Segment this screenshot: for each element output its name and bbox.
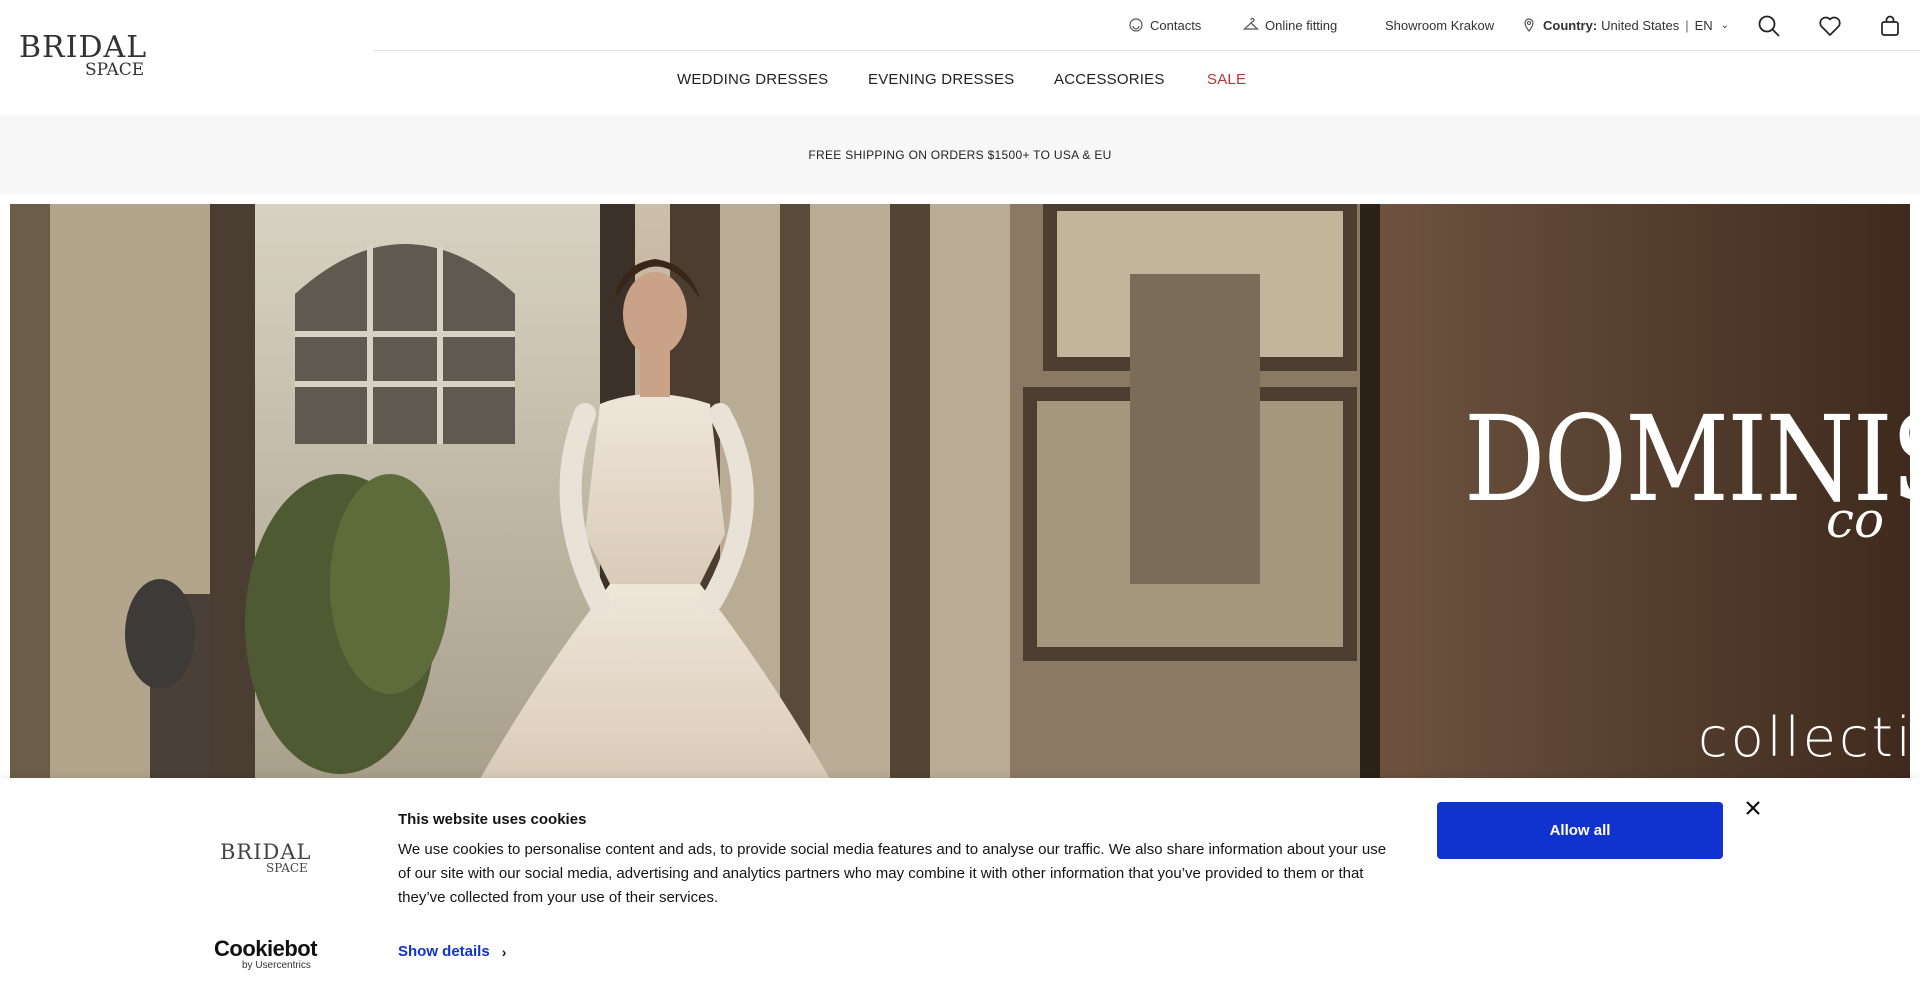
hanger-icon: [1242, 17, 1260, 33]
showroom-link[interactable]: Showroom Krakow: [1385, 14, 1494, 36]
hero-collection-text: collectio: [1698, 706, 1910, 769]
nav-accessories[interactable]: ACCESSORIES: [1054, 71, 1165, 88]
country-selector[interactable]: Country: United States | EN ⌄: [1521, 14, 1729, 36]
cookiebot-logo[interactable]: Cookiebot by Usercentrics: [214, 936, 318, 972]
cookie-title: This website uses cookies: [398, 811, 587, 828]
contacts-link[interactable]: Contacts: [1128, 14, 1201, 36]
language-value: EN: [1694, 17, 1713, 33]
cookie-brand-logo: BRIDAL SPACE: [220, 840, 320, 882]
country-value: United States: [1601, 17, 1680, 33]
header-divider: [373, 50, 1920, 51]
chevron-down-icon: ⌄: [1720, 19, 1730, 31]
location-pin-icon: [1521, 17, 1537, 33]
show-details-link[interactable]: Show details ›: [398, 943, 506, 960]
nav-wedding-dresses[interactable]: WEDDING DRESSES: [677, 71, 828, 88]
online-fitting-link[interactable]: Online fitting: [1242, 14, 1338, 36]
nav-evening-dresses[interactable]: EVENING DRESSES: [868, 71, 1014, 88]
shipping-text: FREE SHIPPING ON ORDERS $1500+ TO USA & …: [808, 147, 1112, 162]
cookie-logo-text-space: SPACE: [266, 861, 308, 875]
show-details-label: Show details: [398, 943, 490, 960]
allow-all-button[interactable]: Allow all: [1437, 802, 1723, 859]
cookie-banner: BRIDAL SPACE Cookiebot by Usercentrics T…: [0, 778, 1920, 993]
contacts-label: Contacts: [1150, 17, 1202, 33]
hero-banner[interactable]: DOMINIS co collectio: [10, 204, 1910, 779]
shipping-banner: FREE SHIPPING ON ORDERS $1500+ TO USA & …: [0, 115, 1920, 194]
site-header: BRIDAL SPACE Contacts Online fitting Sho…: [0, 0, 1920, 115]
online-fitting-label: Online fitting: [1265, 17, 1338, 33]
search-icon[interactable]: [1755, 12, 1783, 40]
country-separator: |: [1685, 17, 1689, 33]
cookie-description: We use cookies to personalise content an…: [398, 841, 1387, 906]
close-icon[interactable]: [1742, 797, 1764, 819]
nav-sale[interactable]: SALE: [1207, 71, 1246, 88]
cookiebot-name: Cookiebot: [214, 936, 318, 961]
cookiebot-subtitle: by Usercentrics: [242, 960, 311, 971]
country-label: Country:: [1543, 17, 1598, 33]
showroom-label: Showroom Krakow: [1385, 17, 1495, 33]
headset-icon: [1128, 17, 1144, 33]
chevron-right-icon: ›: [501, 943, 507, 960]
heart-icon[interactable]: [1816, 12, 1844, 40]
main-navigation: WEDDING DRESSES EVENING DRESSES ACCESSOR…: [0, 71, 1920, 93]
bag-icon[interactable]: [1876, 12, 1904, 40]
hero-brand-script: co: [1826, 491, 1885, 549]
